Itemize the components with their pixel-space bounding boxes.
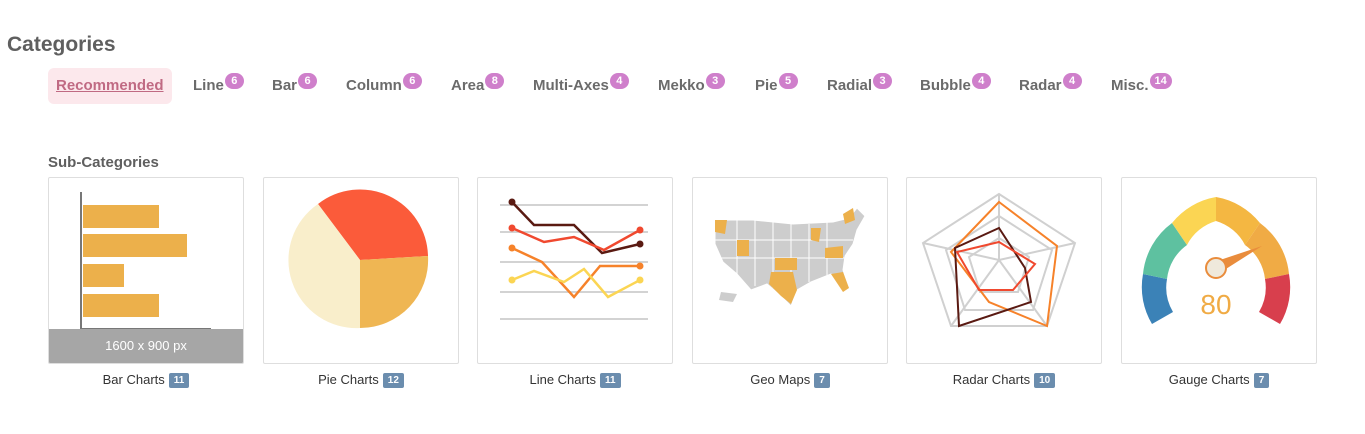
thumb-gauge-band (1259, 274, 1291, 324)
card-geo-maps[interactable] (692, 177, 888, 364)
tab-mekko[interactable]: Mekko 3 (658, 68, 725, 104)
thumb-point (636, 276, 644, 284)
thumb-point (508, 244, 516, 252)
count-badge: 6 (224, 73, 244, 89)
thumb-highlighted-state (825, 246, 843, 258)
card-label: Bar Charts (102, 372, 165, 387)
count-badge: 5 (778, 73, 798, 89)
tab-bar[interactable]: Bar 6 (272, 68, 318, 104)
thumb-gauge-band (1141, 274, 1173, 324)
tab-label: Misc. (1111, 77, 1149, 94)
thumb-highlighted-state (737, 240, 749, 256)
count-badge: 12 (382, 373, 404, 388)
tab-pie[interactable]: Pie 5 (755, 68, 798, 104)
thumb-highlighted-state (831, 272, 849, 292)
gauge-chart-thumbnail: 80 (1141, 197, 1291, 324)
tab-column[interactable]: Column 6 (346, 68, 422, 104)
thumb-gauge-hub (1205, 257, 1227, 279)
card-label: Gauge Charts (1168, 372, 1250, 387)
thumb-bar (83, 234, 187, 257)
thumb-point (636, 226, 644, 234)
caption-bar-charts[interactable]: Bar Charts 11 (48, 372, 244, 389)
card-label: Pie Charts (318, 372, 379, 387)
radar-chart-thumbnail (921, 192, 1077, 328)
thumb-point (508, 276, 516, 284)
count-badge: 11 (168, 373, 190, 388)
tab-line[interactable]: Line 6 (193, 68, 244, 104)
thumb-map-alaska (719, 292, 737, 302)
count-badge: 11 (599, 373, 621, 388)
caption-radar-charts[interactable]: Radar Charts 10 (906, 372, 1102, 389)
thumb-highlighted-state (775, 258, 797, 270)
tab-label: Column (346, 77, 402, 94)
count-badge: 7 (814, 373, 830, 388)
count-badge: 3 (705, 73, 725, 89)
tab-label: Pie (755, 77, 778, 94)
tab-label: Bubble (920, 77, 971, 94)
tab-label: Line (193, 77, 224, 94)
thumb-point (636, 262, 644, 270)
count-badge: 3 (873, 73, 893, 89)
tab-radar[interactable]: Radar 4 (1019, 68, 1082, 104)
thumb-point (636, 240, 644, 248)
caption-pie-charts[interactable]: Pie Charts 12 (263, 372, 459, 389)
thumb-bar (83, 205, 159, 228)
thumb-point (508, 198, 516, 206)
line-chart-thumbnail (500, 198, 648, 320)
tab-label: Radar (1019, 77, 1062, 94)
tab-label: Multi-Axes (533, 77, 609, 94)
card-bar-charts[interactable]: 1600 x 900 px (48, 177, 244, 364)
caption-line-charts[interactable]: Line Charts 11 (477, 372, 673, 389)
thumb-line-dark (511, 201, 641, 255)
count-badge: 10 (1034, 373, 1056, 388)
tab-label: Bar (272, 77, 298, 94)
tab-recommended[interactable]: Recommended (48, 68, 172, 104)
count-badge: 6 (402, 73, 422, 89)
tab-label: Mekko (658, 77, 705, 94)
gauge-value: 80 (1200, 289, 1231, 320)
card-pie-charts[interactable] (263, 177, 459, 364)
tab-label: Radial (827, 77, 873, 94)
count-badge: 4 (971, 73, 991, 89)
card-label: Line Charts (529, 372, 596, 387)
tab-area[interactable]: Area 8 (451, 68, 505, 104)
caption-geo-maps[interactable]: Geo Maps 7 (692, 372, 888, 389)
tab-bubble[interactable]: Bubble 4 (920, 68, 991, 104)
thumb-bar (83, 264, 124, 287)
count-badge: 6 (298, 73, 318, 89)
category-tabs: Recommended Line 6 Bar 6 Column 6 Area 8 Mul… (48, 68, 1348, 104)
thumb-gridlines (500, 204, 648, 320)
count-badge: 4 (1062, 73, 1082, 89)
tab-radial[interactable]: Radial 3 (827, 68, 893, 104)
count-badge: 14 (1149, 73, 1172, 89)
card-gauge-charts[interactable]: 80 (1121, 177, 1317, 364)
thumb-highlighted-state (715, 220, 727, 234)
caption-gauge-charts[interactable]: Gauge Charts 7 (1121, 372, 1317, 389)
count-badge: 8 (485, 73, 505, 89)
thumb-point (508, 224, 516, 232)
thumb-bar (83, 294, 159, 317)
dimension-label: 1600 x 900 px (49, 329, 243, 363)
tab-label: Recommended (56, 77, 164, 94)
thumb-pie-slice (360, 256, 429, 329)
card-line-charts[interactable] (477, 177, 673, 364)
count-badge: 4 (609, 73, 629, 89)
tab-multi-axes[interactable]: Multi-Axes 4 (533, 68, 629, 104)
us-map-thumbnail (714, 207, 866, 307)
pie-chart-thumbnail (288, 189, 429, 329)
section-subtitle: Sub-Categories (48, 154, 159, 171)
count-badge: 7 (1253, 373, 1270, 388)
card-radar-charts[interactable] (906, 177, 1102, 364)
tab-misc[interactable]: Misc. 14 (1111, 68, 1172, 104)
thumb-highlighted-state (769, 272, 797, 304)
card-label: Geo Maps (750, 372, 811, 387)
tab-label: Area (451, 77, 485, 94)
page-title: Categories (7, 33, 116, 56)
card-label: Radar Charts (952, 372, 1031, 387)
